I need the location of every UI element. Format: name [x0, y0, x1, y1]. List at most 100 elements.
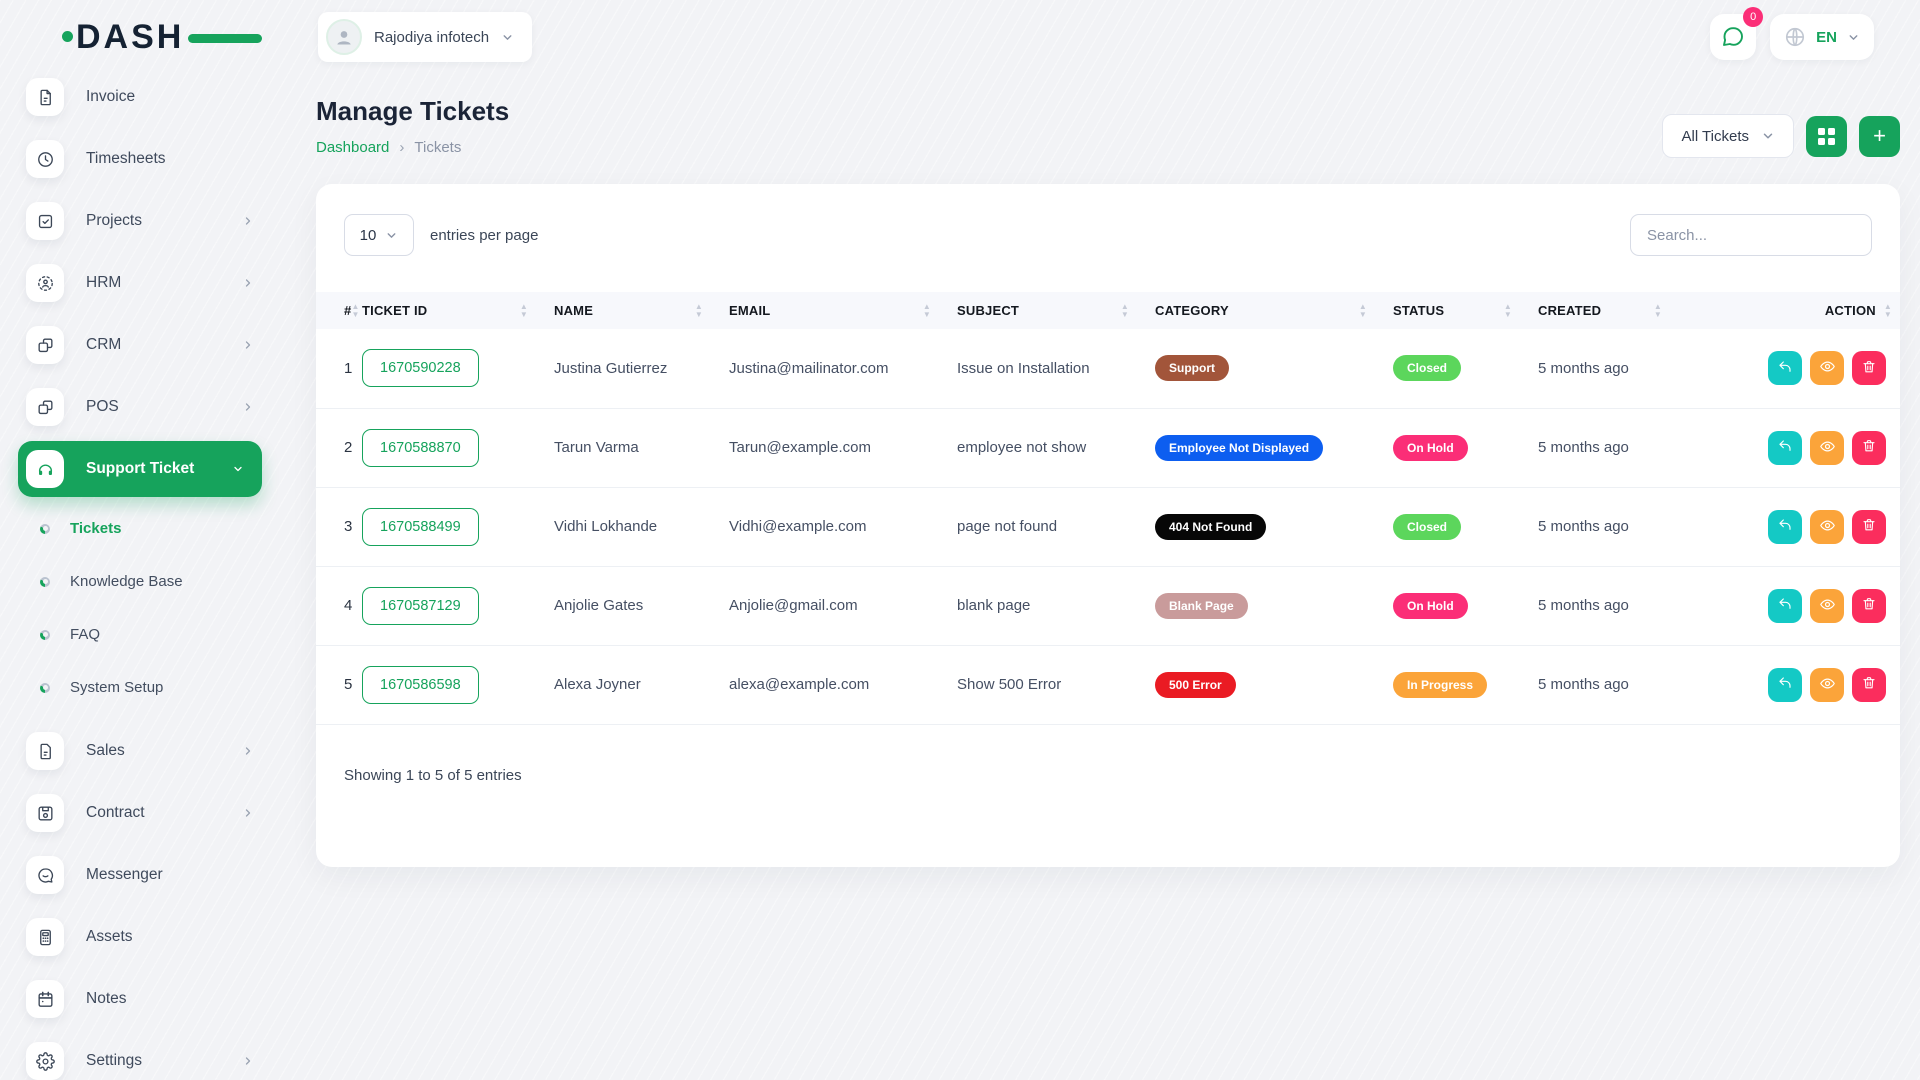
sort-icon[interactable]: ▲▼ — [351, 303, 359, 318]
sidebar-subitem-faq[interactable]: FAQ — [26, 608, 272, 661]
sidebar-item-projects[interactable]: Projects — [26, 190, 272, 252]
add-ticket-button[interactable]: + — [1859, 116, 1900, 157]
table-row: 41670587129Anjolie GatesAnjolie@gmail.co… — [316, 566, 1900, 645]
reply-ticket-button[interactable] — [1768, 510, 1802, 544]
column-header-status[interactable]: STATUS ▲▼ — [1393, 292, 1538, 329]
ticket-id-link[interactable]: 1670588870 — [362, 429, 479, 467]
ticket-id-link[interactable]: 1670586598 — [362, 666, 479, 704]
breadcrumb: Dashboard › Tickets — [316, 139, 509, 156]
ticket-id-link[interactable]: 1670588499 — [362, 508, 479, 546]
entries-per-page-select[interactable]: 10 — [344, 214, 414, 256]
view-ticket-button[interactable] — [1810, 351, 1844, 385]
trash-icon — [1861, 438, 1877, 457]
sidebar-item-label: CRM — [86, 336, 121, 354]
sidebar-item-messenger[interactable]: Messenger — [26, 844, 272, 906]
sidebar-item-label: Sales — [86, 742, 125, 760]
messenger-icon — [26, 856, 64, 894]
view-ticket-button[interactable] — [1810, 510, 1844, 544]
row-index: 2 — [316, 408, 362, 487]
sidebar-item-settings[interactable]: Settings — [26, 1030, 272, 1080]
breadcrumb-dashboard-link[interactable]: Dashboard — [316, 139, 389, 156]
sidebar-subitem-knowledge-base[interactable]: Knowledge Base — [26, 555, 272, 608]
search-input[interactable] — [1630, 214, 1872, 256]
ticket-created: 5 months ago — [1538, 408, 1688, 487]
reply-ticket-button[interactable] — [1768, 351, 1802, 385]
sort-icon[interactable]: ▲▼ — [695, 303, 703, 318]
sidebar-item-timesheets[interactable]: Timesheets — [26, 128, 272, 190]
ticket-created: 5 months ago — [1538, 329, 1688, 408]
column-header-category[interactable]: CATEGORY▲▼ — [1155, 292, 1393, 329]
trash-icon — [1861, 359, 1877, 378]
grid-view-button[interactable] — [1806, 116, 1847, 157]
status-badge: Closed — [1393, 514, 1461, 540]
ticket-subject: Show 500 Error — [957, 645, 1155, 724]
ticket-created: 5 months ago — [1538, 566, 1688, 645]
company-selector[interactable]: Rajodiya infotech — [318, 12, 532, 62]
sidebar-item-support-ticket[interactable]: Support Ticket — [18, 441, 262, 497]
sidebar-item-crm[interactable]: CRM — [26, 314, 272, 376]
sort-icon[interactable]: ▲▼ — [520, 303, 528, 318]
view-ticket-button[interactable] — [1810, 589, 1844, 623]
headset-icon — [26, 450, 64, 488]
column-header-created[interactable]: CREATED▲▼ — [1538, 292, 1688, 329]
sidebar-item-label: POS — [86, 398, 119, 416]
chevron-down-icon — [1761, 129, 1775, 143]
bullet-icon — [40, 630, 50, 640]
column-label: # — [344, 303, 351, 318]
sidebar-item-label: Settings — [86, 1052, 142, 1070]
reply-ticket-button[interactable] — [1768, 589, 1802, 623]
sort-icon[interactable]: ▲▼ — [1884, 303, 1892, 318]
language-selector[interactable]: EN — [1770, 14, 1874, 60]
chevron-right-icon — [242, 215, 254, 227]
ticket-name: Vidhi Lokhande — [554, 487, 729, 566]
column-header-name[interactable]: NAME▲▼ — [554, 292, 729, 329]
table-body: 11670590228Justina GutierrezJustina@mail… — [316, 329, 1900, 724]
sort-icon[interactable]: ▲▼ — [1359, 303, 1367, 318]
ticket-subject: Issue on Installation — [957, 329, 1155, 408]
status-badge: In Progress — [1393, 672, 1487, 698]
messages-button[interactable]: 0 — [1710, 14, 1756, 60]
app-logo[interactable]: DASH — [76, 18, 270, 57]
sidebar-item-notes[interactable]: Notes — [26, 968, 272, 1030]
reply-ticket-button[interactable] — [1768, 668, 1802, 702]
view-ticket-button[interactable] — [1810, 431, 1844, 465]
sidebar-item-sales[interactable]: Sales — [26, 720, 272, 782]
column-header-subject[interactable]: SUBJECT▲▼ — [957, 292, 1155, 329]
sidebar-item-hrm[interactable]: HRM — [26, 252, 272, 314]
sidebar-subitem-system-setup[interactable]: System Setup — [26, 661, 272, 714]
column-header-action[interactable]: ACTION▲▼ — [1688, 292, 1900, 329]
sort-icon[interactable]: ▲▼ — [923, 303, 931, 318]
sidebar-item-assets[interactable]: Assets — [26, 906, 272, 968]
delete-ticket-button[interactable] — [1852, 510, 1886, 544]
column-header-ticket-id[interactable]: TICKET ID▲▼ — [362, 292, 554, 329]
column-header-index[interactable]: #▲▼ — [316, 292, 362, 329]
sidebar-item-invoice[interactable]: Invoice — [26, 66, 272, 128]
sort-icon[interactable]: ▲▼ — [1121, 303, 1129, 318]
column-header-email[interactable]: EMAIL▲▼ — [729, 292, 957, 329]
row-index: 5 — [316, 645, 362, 724]
sidebar-item-pos[interactable]: POS — [26, 376, 272, 438]
delete-ticket-button[interactable] — [1852, 668, 1886, 702]
chevron-down-icon — [385, 229, 398, 242]
ticket-id-link[interactable]: 1670590228 — [362, 349, 479, 387]
view-ticket-button[interactable] — [1810, 668, 1844, 702]
sidebar-subitem-label: Knowledge Base — [70, 573, 183, 590]
delete-ticket-button[interactable] — [1852, 589, 1886, 623]
ticket-filter-select[interactable]: All Tickets — [1662, 114, 1794, 158]
sort-icon[interactable]: ▲▼ — [1504, 303, 1512, 318]
topbar: DASH Rajodiya infotech 0 EN — [0, 0, 1920, 74]
sort-icon[interactable]: ▲▼ — [1654, 303, 1662, 318]
breadcrumb-current: Tickets — [414, 139, 461, 156]
trash-icon — [1861, 675, 1877, 694]
ticket-id-link[interactable]: 1670587129 — [362, 587, 479, 625]
delete-ticket-button[interactable] — [1852, 431, 1886, 465]
chevron-right-icon — [242, 807, 254, 819]
delete-ticket-button[interactable] — [1852, 351, 1886, 385]
sidebar-item-contract[interactable]: Contract — [26, 782, 272, 844]
settings-icon — [26, 1042, 64, 1080]
clock-icon — [26, 140, 64, 178]
column-label: STATUS — [1393, 303, 1444, 318]
reply-ticket-button[interactable] — [1768, 431, 1802, 465]
sidebar-subitem-tickets[interactable]: Tickets — [26, 502, 272, 555]
ticket-subject: page not found — [957, 487, 1155, 566]
